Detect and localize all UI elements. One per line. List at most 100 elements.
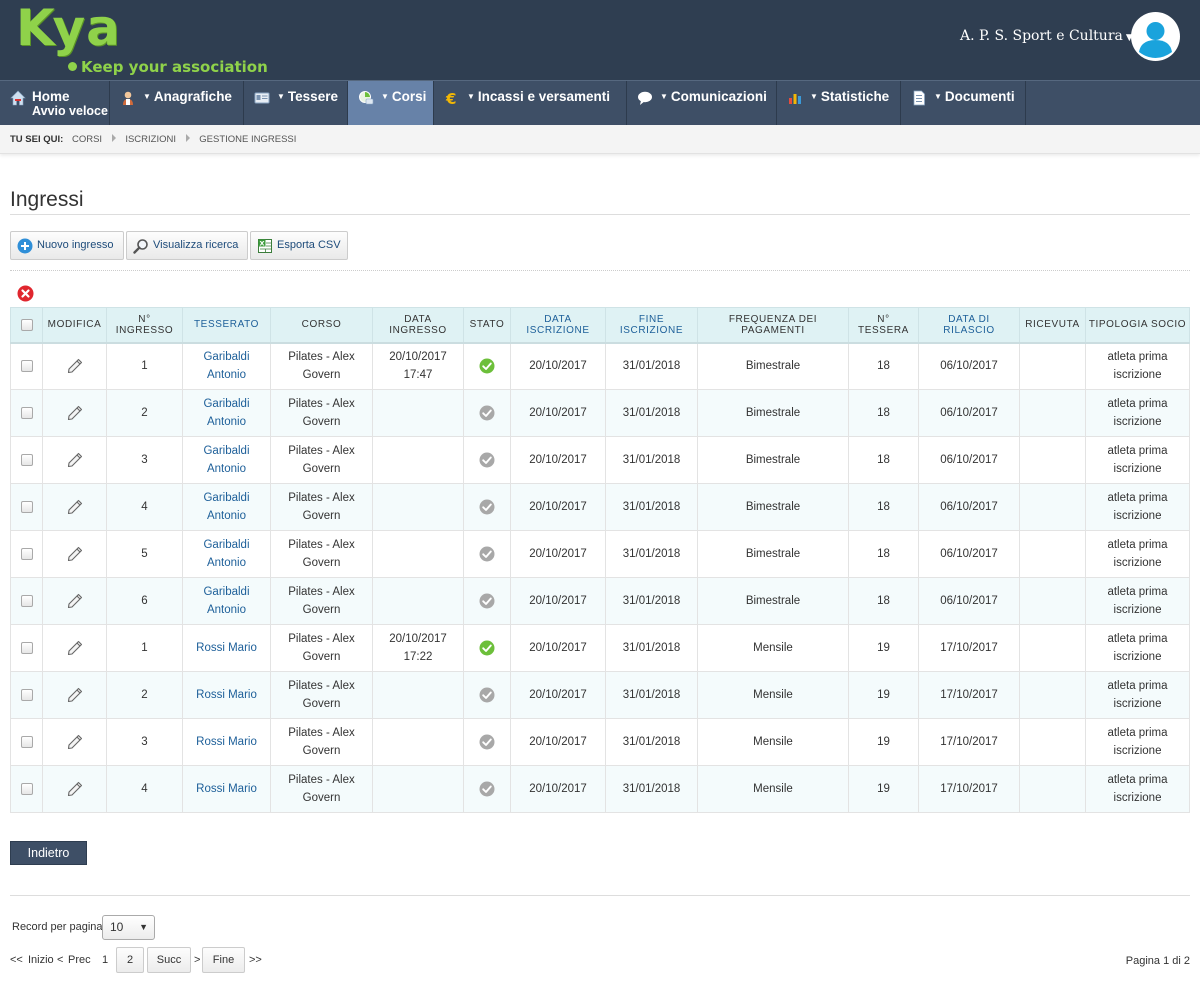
check-done-icon[interactable] <box>479 358 495 374</box>
cell-stato <box>463 624 511 672</box>
cell-n-tessera: 19 <box>848 624 919 672</box>
cell-ricevuta <box>1019 483 1086 531</box>
cell-tipologia: atleta prima iscrizione <box>1085 530 1190 578</box>
cell-tesserato[interactable]: Rossi Mario <box>182 671 271 719</box>
pencil-icon[interactable] <box>66 592 84 610</box>
cell-stato <box>463 483 511 531</box>
export-csv-button[interactable]: X Esporta CSV <box>250 231 348 260</box>
nav-item-documenti[interactable]: ▼ Documenti <box>901 81 1026 125</box>
check-pending-icon[interactable] <box>479 593 495 609</box>
pencil-icon[interactable] <box>66 639 84 657</box>
col-data-rilascio[interactable]: DATA DI RILASCIO <box>918 307 1020 343</box>
cell-tipologia: atleta prima iscrizione <box>1085 341 1190 390</box>
cell-modifica <box>42 389 107 437</box>
cell-n-tessera: 18 <box>848 436 919 484</box>
cell-fine-iscrizione: 31/01/2018 <box>605 624 698 672</box>
nav-item-comunicazioni[interactable]: ▼ Comunicazioni <box>627 81 777 125</box>
col-tesserato[interactable]: TESSERATO <box>182 307 271 343</box>
pencil-icon[interactable] <box>66 545 84 563</box>
row-checkbox[interactable] <box>20 594 33 607</box>
cell-frequenza: Bimestrale <box>697 341 849 390</box>
back-button[interactable]: Indietro <box>10 841 87 865</box>
cell-n-tessera: 18 <box>848 389 919 437</box>
check-pending-icon[interactable] <box>479 452 495 468</box>
cell-modifica <box>42 624 107 672</box>
check-pending-icon[interactable] <box>479 405 495 421</box>
cell-fine-iscrizione: 31/01/2018 <box>605 483 698 531</box>
row-checkbox[interactable] <box>20 688 33 701</box>
cell-tesserato[interactable]: Garibaldi Antonio <box>182 436 271 484</box>
last-page-button[interactable]: Fine <box>202 947 245 973</box>
page-link-2[interactable]: 2 <box>116 947 144 973</box>
cell-tesserato[interactable]: Garibaldi Antonio <box>182 577 271 625</box>
select-all-checkbox[interactable] <box>20 318 33 331</box>
select-all-cell <box>10 307 43 343</box>
check-pending-icon[interactable] <box>479 499 495 515</box>
check-pending-icon[interactable] <box>479 734 495 750</box>
cell-select <box>10 483 43 531</box>
cell-tesserato[interactable]: Garibaldi Antonio <box>182 389 271 437</box>
nav-corsi-text: ▼ Corsi <box>381 89 426 104</box>
records-per-page-select[interactable]: 10 ▼ <box>102 915 155 940</box>
user-avatar[interactable] <box>1131 12 1180 61</box>
new-entry-button[interactable]: Nuovo ingresso <box>10 231 124 260</box>
delete-selected-icon[interactable] <box>17 285 34 302</box>
pencil-icon[interactable] <box>66 357 84 375</box>
cell-tesserato[interactable]: Garibaldi Antonio <box>182 530 271 578</box>
pencil-icon[interactable] <box>66 780 84 798</box>
check-pending-icon[interactable] <box>479 781 495 797</box>
cell-tesserato[interactable]: Garibaldi Antonio <box>182 341 271 390</box>
cell-n-tessera: 19 <box>848 718 919 766</box>
nav-item-corsi[interactable]: ▼ Corsi <box>348 81 434 125</box>
nav-item-incassi[interactable]: € ▼ Incassi e versamenti <box>434 81 627 125</box>
breadcrumb-item-corsi[interactable]: CORSI <box>72 134 102 145</box>
nav-item-statistiche[interactable]: ▼ Statistiche <box>777 81 901 125</box>
show-search-button[interactable]: Visualizza ricerca <box>126 231 248 260</box>
cell-ricevuta <box>1019 530 1086 578</box>
check-done-icon[interactable] <box>479 640 495 656</box>
row-checkbox[interactable] <box>20 782 33 795</box>
cell-data-iscrizione: 20/10/2017 <box>510 671 606 719</box>
col-n-ingresso: N° INGRESSO <box>106 307 183 343</box>
cell-tesserato[interactable]: Rossi Mario <box>182 718 271 766</box>
page-link-1[interactable]: 1 <box>102 954 108 966</box>
nav-corsi-label: Corsi <box>391 89 427 104</box>
col-fine-iscrizione[interactable]: FINE ISCRIZIONE <box>605 307 698 343</box>
pencil-icon[interactable] <box>66 686 84 704</box>
first-page-link[interactable]: Inizio <box>28 954 54 966</box>
pencil-icon[interactable] <box>66 404 84 422</box>
document-icon <box>913 90 925 106</box>
org-switcher[interactable]: A. P. S. Sport e Cultura ▼ <box>960 28 1133 44</box>
prev-page-link[interactable]: Prec <box>68 954 91 966</box>
pencil-icon[interactable] <box>66 451 84 469</box>
cell-ricevuta <box>1019 718 1086 766</box>
kya-logo[interactable]: Kya Keep your association <box>16 0 268 78</box>
row-checkbox[interactable] <box>20 453 33 466</box>
breadcrumb-item-iscrizioni[interactable]: ISCRIZIONI <box>125 134 176 145</box>
row-checkbox[interactable] <box>20 500 33 513</box>
cell-tipologia: atleta prima iscrizione <box>1085 765 1190 813</box>
cell-select <box>10 341 43 390</box>
card-icon <box>254 92 270 104</box>
table-row: 5 Garibaldi Antonio Pilates - Alex Govern 2… <box>10 530 1190 578</box>
nav-incassi-text: ▼ Incassi e versamenti <box>467 89 610 104</box>
pencil-icon[interactable] <box>66 498 84 516</box>
row-checkbox[interactable] <box>20 547 33 560</box>
col-data-iscrizione[interactable]: DATA ISCRIZIONE <box>510 307 606 343</box>
cell-tesserato[interactable]: Rossi Mario <box>182 765 271 813</box>
row-checkbox[interactable] <box>20 641 33 654</box>
cell-fine-iscrizione: 31/01/2018 <box>605 389 698 437</box>
row-checkbox[interactable] <box>20 360 33 373</box>
row-checkbox[interactable] <box>20 406 33 419</box>
check-pending-icon[interactable] <box>479 546 495 562</box>
row-checkbox[interactable] <box>20 735 33 748</box>
nav-item-tessere[interactable]: ▼ Tessere <box>244 81 348 125</box>
next-page-button[interactable]: Succ <box>147 947 191 973</box>
cell-tesserato[interactable]: Garibaldi Antonio <box>182 483 271 531</box>
check-pending-icon[interactable] <box>479 687 495 703</box>
cell-tesserato[interactable]: Rossi Mario <box>182 624 271 672</box>
cell-frequenza: Mensile <box>697 765 849 813</box>
pencil-icon[interactable] <box>66 733 84 751</box>
nav-item-anagrafiche[interactable]: ▼ Anagrafiche <box>110 81 244 125</box>
nav-item-home[interactable]: Home Avvio veloce <box>0 81 110 125</box>
